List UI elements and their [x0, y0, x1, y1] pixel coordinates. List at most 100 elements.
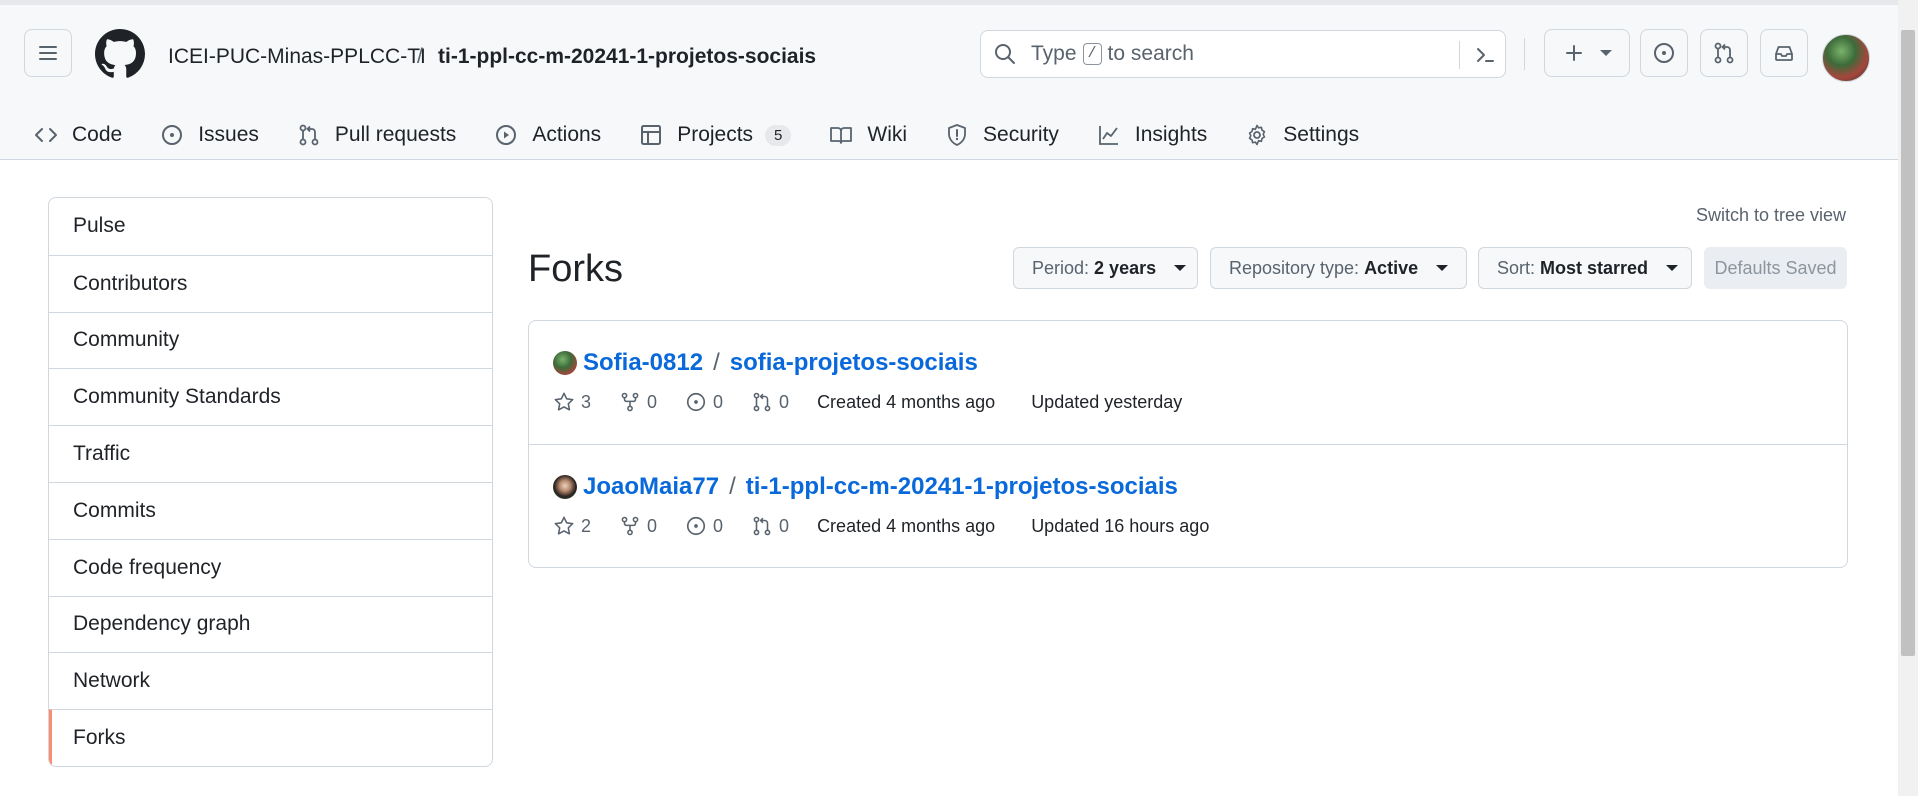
- issue-icon: [1654, 43, 1674, 63]
- fork-icon: [621, 392, 639, 412]
- tab-label: Insights: [1134, 123, 1208, 146]
- period-filter-label: Period:: [1032, 257, 1090, 278]
- tab-issues[interactable]: Issues: [160, 123, 259, 147]
- tab-wiki[interactable]: Wiki: [829, 123, 907, 147]
- stars-stat: 2: [553, 515, 591, 537]
- owner-avatar[interactable]: [553, 351, 577, 375]
- gear-icon: [1249, 124, 1266, 146]
- owner-avatar[interactable]: [553, 475, 577, 499]
- issues-stat: 0: [685, 515, 723, 537]
- sidebar-item-community[interactable]: Community: [49, 311, 492, 369]
- star-icon: [554, 392, 574, 411]
- pull-requests-button[interactable]: [1700, 29, 1748, 77]
- table-icon: [641, 125, 662, 145]
- fork-repo-link[interactable]: sofia-projetos-sociais: [730, 349, 978, 377]
- search-icon: [995, 44, 1015, 64]
- fork-name: JoaoMaia77 / ti-1-ppl-cc-m-20241-1-proje…: [553, 473, 1178, 501]
- sidebar-item-pulse[interactable]: Pulse: [49, 198, 492, 255]
- pull-request-icon: [1714, 42, 1734, 64]
- scrollbar-thumb[interactable]: [1901, 30, 1915, 656]
- sidebar-item-contributors[interactable]: Contributors: [49, 254, 492, 312]
- chevron-down-icon: [1600, 50, 1612, 56]
- switch-to-tree-view-link[interactable]: Switch to tree view: [1696, 205, 1846, 226]
- tab-label: Pull requests: [334, 123, 457, 146]
- tab-label: Code: [72, 123, 123, 146]
- tab-label: Security: [983, 123, 1059, 146]
- fork-row: Sofia-0812 / sofia-projetos-sociais 3 0 …: [529, 321, 1847, 444]
- tab-projects[interactable]: Projects 5: [639, 123, 792, 147]
- sort-filter-button[interactable]: Sort: Most starred: [1478, 247, 1692, 289]
- fork-stats: 3 0 0 0 Created 4 months ago Updated yes…: [553, 391, 1218, 413]
- sort-filter-value: Most starred: [1540, 257, 1649, 278]
- tab-pull-requests[interactable]: Pull requests: [297, 123, 456, 147]
- forks-stat: 0: [619, 515, 657, 537]
- fork-owner-link[interactable]: Sofia-0812: [583, 349, 703, 377]
- forks-count: 0: [647, 515, 658, 536]
- period-filter-button[interactable]: Period: 2 years: [1013, 247, 1198, 289]
- tab-actions[interactable]: Actions: [494, 123, 601, 147]
- pulls-count: 0: [779, 391, 790, 412]
- pulls-stat: 0: [751, 515, 789, 537]
- tab-code[interactable]: Code: [34, 123, 122, 147]
- tab-security[interactable]: Security: [945, 123, 1059, 147]
- repository-type-filter-button[interactable]: Repository type: Active: [1210, 247, 1467, 289]
- fork-stats: 2 0 0 0 Created 4 months ago Updated 16 …: [553, 515, 1245, 537]
- create-new-button[interactable]: [1544, 29, 1630, 77]
- repository-type-filter-label: Repository type:: [1229, 257, 1360, 278]
- fork-name-separator: /: [713, 349, 720, 376]
- github-logo-icon[interactable]: [95, 29, 145, 79]
- fork-icon: [621, 516, 639, 536]
- search-divider: [1459, 41, 1460, 69]
- sidebar-item-code-frequency[interactable]: Code frequency: [49, 538, 492, 596]
- fork-repo-link[interactable]: ti-1-ppl-cc-m-20241-1-projetos-sociais: [746, 473, 1178, 501]
- search-key-hint: /: [1082, 43, 1102, 65]
- user-avatar[interactable]: [1822, 34, 1870, 82]
- menu-button[interactable]: [24, 29, 72, 77]
- issues-count: 0: [713, 391, 724, 412]
- tab-label: Issues: [198, 123, 259, 146]
- header-divider: [1524, 38, 1525, 70]
- repository-type-filter-value: Active: [1364, 257, 1419, 278]
- sidebar-item-network[interactable]: Network: [49, 652, 492, 709]
- org-link[interactable]: ICEI-PUC-Minas-PPLCC-TI: [168, 45, 426, 69]
- sidebar-item-dependency-graph[interactable]: Dependency graph: [49, 595, 492, 653]
- shield-icon: [948, 124, 966, 146]
- forks-stat: 0: [619, 391, 657, 413]
- hamburger-icon: [39, 46, 57, 60]
- inbox-button[interactable]: [1760, 29, 1808, 77]
- sidebar-item-commits[interactable]: Commits: [49, 481, 492, 539]
- search-placeholder-after: to search: [1107, 42, 1194, 65]
- repo-tabs: Code Issues Pull requests Actions Projec…: [34, 113, 1397, 157]
- fork-name-separator: /: [729, 473, 736, 500]
- code-icon: [35, 128, 57, 142]
- stars-stat: 3: [553, 391, 591, 413]
- created-text: Created 4 months ago: [817, 391, 996, 412]
- book-icon: [830, 127, 853, 144]
- repo-link[interactable]: ti-1-ppl-cc-m-20241-1-projetos-sociais: [438, 45, 816, 69]
- breadcrumb-separator: /: [417, 45, 423, 68]
- stars-count: 3: [581, 391, 592, 412]
- sidebar-item-community-standards[interactable]: Community Standards: [49, 368, 492, 425]
- tab-settings[interactable]: Settings: [1245, 123, 1359, 147]
- tab-insights[interactable]: Insights: [1097, 123, 1207, 147]
- issue-icon: [162, 125, 183, 145]
- play-icon: [496, 125, 517, 145]
- tab-label: Projects: [677, 123, 754, 146]
- projects-counter: 5: [765, 124, 792, 146]
- created-text: Created 4 months ago: [817, 515, 996, 536]
- search-input[interactable]: Type / to search: [980, 30, 1506, 78]
- issues-button[interactable]: [1640, 29, 1688, 77]
- command-palette-icon[interactable]: [1473, 43, 1497, 67]
- plus-icon: [1566, 45, 1582, 61]
- pulls-count: 0: [779, 515, 790, 536]
- forks-list: Sofia-0812 / sofia-projetos-sociais 3 0 …: [528, 320, 1848, 568]
- period-filter-value: 2 years: [1094, 257, 1157, 278]
- sidebar-item-traffic[interactable]: Traffic: [49, 425, 492, 482]
- repo-header: ICEI-PUC-Minas-PPLCC-TI / ti-1-ppl-cc-m-…: [0, 5, 1898, 160]
- page-title: Forks: [528, 248, 623, 290]
- forks-count: 0: [647, 391, 658, 412]
- pull-request-icon: [299, 124, 319, 146]
- fork-owner-link[interactable]: JoaoMaia77: [583, 473, 719, 501]
- sidebar-item-forks[interactable]: Forks: [49, 709, 492, 766]
- defaults-saved-button: Defaults Saved: [1704, 247, 1847, 289]
